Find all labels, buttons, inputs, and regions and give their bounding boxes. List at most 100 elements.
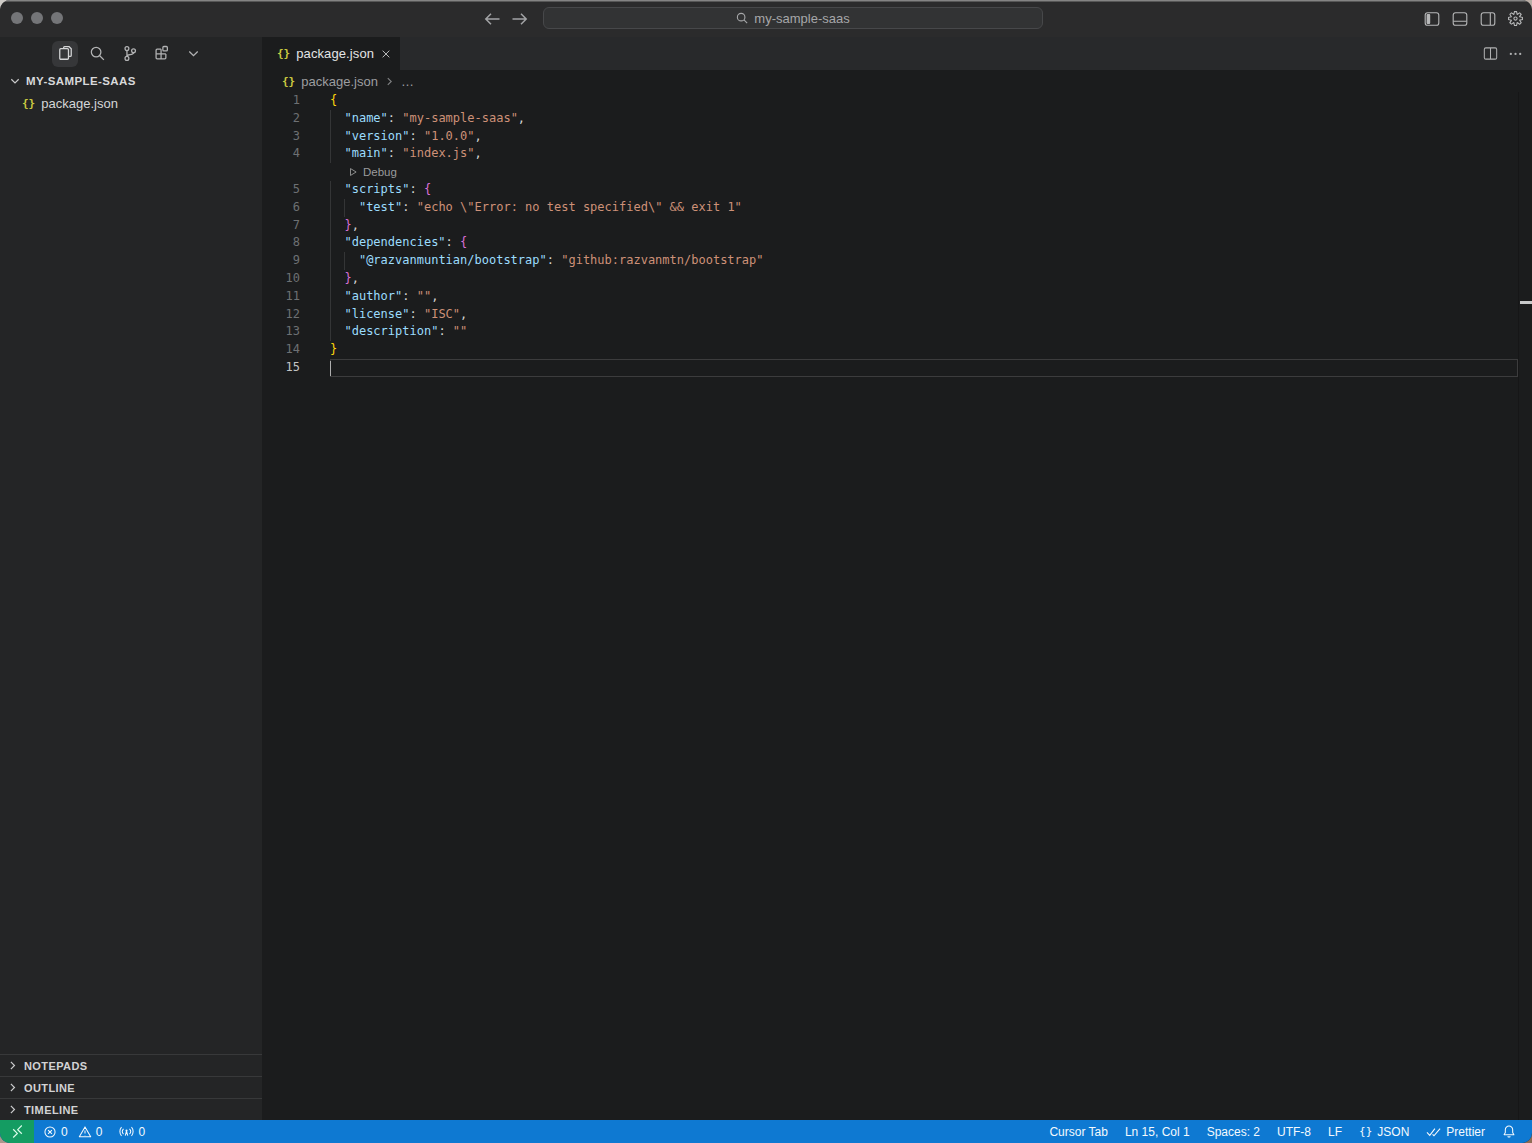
nav-forward-button[interactable] [511,12,528,26]
zoom-window-button[interactable] [51,12,63,24]
minimize-window-button[interactable] [31,12,43,24]
extensions-view-button[interactable] [148,41,174,67]
titlebar: my-sample-saas [0,0,1532,37]
line-number: 10 [262,270,300,288]
tab-package-json[interactable]: {} package.json [262,37,400,70]
error-icon [43,1125,57,1139]
ruler-cursor-marker [1520,301,1532,304]
code-line-3[interactable]: 3 "version": "1.0.0", [262,128,1532,146]
remote-icon [10,1124,25,1139]
search-view-button[interactable] [84,41,110,67]
section-outline[interactable]: OUTLINE [0,1076,262,1098]
notifications-bell-button[interactable] [1502,1124,1516,1139]
eol-button[interactable]: LF [1328,1125,1342,1139]
code-line-9[interactable]: 9 "@razvanmuntian/bootstrap": "github:ra… [262,252,1532,270]
braces-icon: {} [1359,1125,1372,1138]
search-icon [89,45,106,62]
chevron-right-icon [384,76,395,87]
radio-tower-icon [119,1124,134,1139]
settings-gear-button[interactable] [1507,10,1524,27]
code-editor[interactable]: {} package.json … 1{2 "name": "my-sample… [262,70,1532,1120]
sidebar: MY-SAMPLE-SAAS {} package.json NOTEPADS … [0,37,262,1120]
formatter-button[interactable]: Prettier [1426,1125,1485,1139]
code-line-2[interactable]: 2 "name": "my-sample-saas", [262,110,1532,128]
line-number: 1 [262,92,300,110]
code-text: "version": "1.0.0", [330,128,482,146]
explorer-root-folder[interactable]: MY-SAMPLE-SAAS [0,70,262,92]
code-text: "description": "" [330,323,467,341]
command-center-search[interactable]: my-sample-saas [543,7,1043,29]
codelens-debug[interactable]: Debug [262,163,1532,181]
tab-bar: {} package.json [262,37,1532,70]
file-row-package-json[interactable]: {} package.json [0,92,262,114]
root-folder-label: MY-SAMPLE-SAAS [26,75,136,87]
code-line-4[interactable]: 4 "main": "index.js", [262,145,1532,163]
remote-indicator-button[interactable] [0,1120,34,1143]
section-notepads[interactable]: NOTEPADS [0,1054,262,1076]
code-line-12[interactable]: 12 "license": "ISC", [262,306,1532,324]
code-line-8[interactable]: 8 "dependencies": { [262,234,1532,252]
line-number: 7 [262,217,300,235]
error-count: 0 [61,1125,68,1139]
more-views-button[interactable] [180,41,206,67]
code-text: }, [330,217,359,235]
code-line-6[interactable]: 6 "test": "echo \"Error: no test specifi… [262,199,1532,217]
code-line-13[interactable]: 13 "description": "" [262,323,1532,341]
line-number: 13 [262,323,300,341]
line-number: 12 [262,306,300,324]
breadcrumb: {} package.json … [262,70,1532,92]
code-line-11[interactable]: 11 "author": "", [262,288,1532,306]
warning-icon [78,1125,92,1139]
line-col-button[interactable]: Ln 15, Col 1 [1125,1125,1190,1139]
json-file-icon: {} [277,47,290,60]
code-line-10[interactable]: 10 }, [262,270,1532,288]
toggle-primary-sidebar-button[interactable] [1423,10,1440,27]
code-line-14[interactable]: 14} [262,341,1532,359]
encoding-button[interactable]: UTF-8 [1277,1125,1311,1139]
code-text: "scripts": { [330,181,431,199]
explorer-view-button[interactable] [52,41,78,67]
nav-back-button[interactable] [484,12,501,26]
code-text: "@razvanmuntian/bootstrap": "github:razv… [330,252,764,270]
ports-button[interactable]: 0 [119,1124,145,1139]
line-number: 4 [262,145,300,163]
traffic-lights [11,12,63,24]
json-file-icon: {} [22,97,35,110]
language-mode-button[interactable]: {} JSON [1359,1125,1409,1139]
source-control-view-button[interactable] [116,41,142,67]
double-check-icon [1426,1126,1441,1138]
cursor-tab-button[interactable]: Cursor Tab [1049,1125,1107,1139]
source-control-icon [121,45,138,62]
line-number: 2 [262,110,300,128]
toggle-secondary-sidebar-button[interactable] [1479,10,1496,27]
close-tab-icon[interactable] [380,48,392,60]
section-label: TIMELINE [24,1104,79,1116]
section-label: NOTEPADS [24,1060,88,1072]
code-text: "dependencies": { [330,234,467,252]
code-line-5[interactable]: 5 "scripts": { [262,181,1532,199]
overview-ruler[interactable] [1518,92,1532,1120]
files-icon [57,45,74,62]
section-timeline[interactable]: TIMELINE [0,1098,262,1120]
file-name: package.json [41,96,118,111]
line-number: 15 [262,359,300,377]
line-number: 5 [262,181,300,199]
problems-button[interactable]: 0 0 [43,1125,102,1139]
line-number: 9 [262,252,300,270]
code-text: } [330,341,337,359]
split-editor-button[interactable] [1483,46,1498,61]
toggle-panel-button[interactable] [1451,10,1468,27]
json-file-icon: {} [282,75,295,88]
close-window-button[interactable] [11,12,23,24]
breadcrumb-file[interactable]: package.json [301,74,378,89]
code-line-1[interactable]: 1{ [262,92,1532,110]
line-number: 3 [262,128,300,146]
indentation-button[interactable]: Spaces: 2 [1207,1125,1260,1139]
command-center-text: my-sample-saas [754,11,849,26]
section-label: OUTLINE [24,1082,75,1094]
code-text: "license": "ISC", [330,306,467,324]
code-line-7[interactable]: 7 }, [262,217,1532,235]
more-actions-button[interactable] [1508,46,1523,61]
line-number: 6 [262,199,300,217]
breadcrumb-more[interactable]: … [401,74,414,89]
